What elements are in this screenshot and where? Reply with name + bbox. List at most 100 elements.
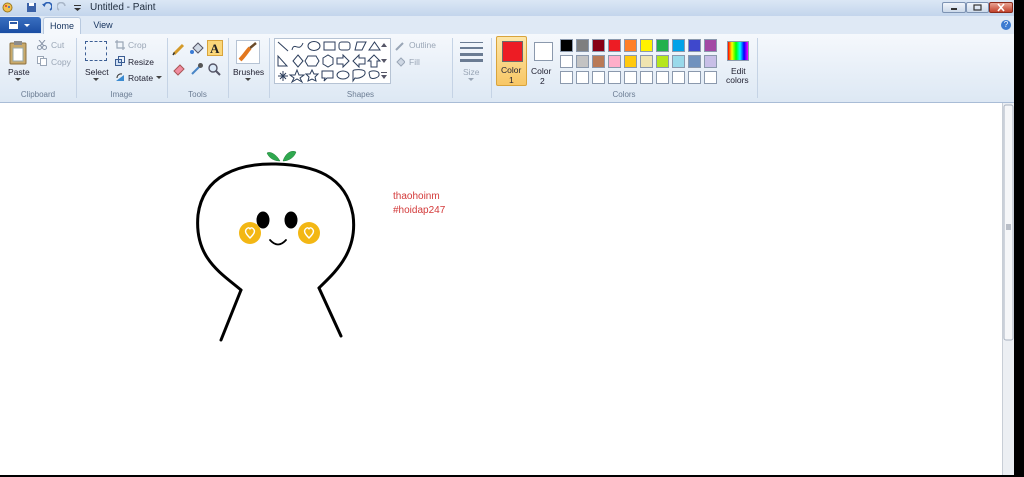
- redo-icon[interactable]: [56, 1, 68, 13]
- sprout-leaf-left: [266, 152, 281, 162]
- color-1-label: Color: [501, 65, 522, 75]
- size-button[interactable]: Size: [463, 67, 480, 77]
- fill-icon[interactable]: [395, 57, 406, 67]
- palette-swatch[interactable]: [656, 71, 669, 84]
- close-button[interactable]: [989, 2, 1013, 13]
- tab-home[interactable]: Home: [43, 17, 81, 34]
- tools-group-label: Tools: [188, 90, 207, 99]
- rotate-button[interactable]: Rotate: [128, 73, 153, 83]
- ribbon-separator: [269, 38, 270, 98]
- scrollbar-thumb[interactable]: [1003, 103, 1014, 475]
- vertical-scrollbar[interactable]: [1002, 103, 1014, 475]
- cut-button[interactable]: Cut: [51, 40, 64, 50]
- pencil-icon[interactable]: [172, 42, 186, 56]
- palette-swatch[interactable]: [672, 39, 685, 52]
- palette-swatch[interactable]: [656, 39, 669, 52]
- select-dropdown-icon[interactable]: [93, 78, 99, 82]
- color-2-button[interactable]: Color 2: [530, 36, 556, 86]
- resize-button[interactable]: Resize: [128, 57, 154, 67]
- palette-swatch[interactable]: [624, 55, 637, 68]
- image-group-label: Image: [110, 90, 133, 99]
- palette-swatch[interactable]: [608, 71, 621, 84]
- outline-button[interactable]: Outline: [409, 40, 436, 50]
- canvas-drawing: thaohoinm #hoidap247: [196, 151, 446, 342]
- paint-menu-button[interactable]: [0, 17, 41, 33]
- svg-text:A: A: [210, 41, 220, 55]
- maximize-button[interactable]: [966, 2, 989, 13]
- color-1-button[interactable]: Color 1: [496, 36, 527, 86]
- size-icon[interactable]: [459, 40, 484, 62]
- copy-button[interactable]: Copy: [51, 57, 71, 67]
- edit-colors-button-line2[interactable]: colors: [726, 75, 749, 85]
- palette-swatch[interactable]: [640, 39, 653, 52]
- character-mouth: [269, 239, 287, 246]
- shapes-gallery[interactable]: [274, 38, 391, 84]
- palette-swatch[interactable]: [576, 39, 589, 52]
- palette-swatch[interactable]: [592, 71, 605, 84]
- fill-bucket-icon[interactable]: [190, 42, 204, 56]
- sprout-leaf-right: [282, 151, 297, 162]
- palette-swatch[interactable]: [688, 55, 701, 68]
- minimize-button[interactable]: [942, 2, 966, 13]
- palette-swatch[interactable]: [688, 71, 701, 84]
- color-picker-icon[interactable]: [190, 62, 204, 76]
- fill-button[interactable]: Fill: [409, 57, 420, 67]
- paint-app-icon[interactable]: [2, 2, 13, 13]
- select-icon[interactable]: [85, 41, 107, 61]
- rotate-dropdown-icon[interactable]: [156, 76, 162, 80]
- customize-quick-access-icon[interactable]: [72, 2, 83, 13]
- colors-group-label: Colors: [612, 90, 636, 99]
- palette-swatch[interactable]: [704, 71, 717, 84]
- copy-icon[interactable]: [37, 56, 47, 66]
- drawing-canvas[interactable]: thaohoinm #hoidap247: [0, 103, 1002, 475]
- palette-swatch[interactable]: [704, 55, 717, 68]
- paste-icon[interactable]: [8, 40, 28, 66]
- size-dropdown-icon[interactable]: [468, 78, 474, 82]
- palette-swatch[interactable]: [704, 39, 717, 52]
- shapes-gallery-icons[interactable]: [275, 39, 390, 84]
- palette-swatch[interactable]: [672, 71, 685, 84]
- brushes-icon[interactable]: [236, 40, 260, 64]
- palette-swatch[interactable]: [576, 55, 589, 68]
- color-palette: [560, 39, 722, 87]
- tab-view[interactable]: View: [88, 17, 118, 34]
- palette-swatch[interactable]: [608, 55, 621, 68]
- help-icon[interactable]: ?: [1001, 20, 1011, 30]
- resize-icon[interactable]: [115, 56, 125, 66]
- palette-swatch[interactable]: [560, 39, 573, 52]
- crop-icon[interactable]: [115, 40, 125, 50]
- edit-colors-icon[interactable]: [727, 41, 749, 61]
- palette-swatch[interactable]: [672, 55, 685, 68]
- text-tool-icon[interactable]: A: [207, 40, 223, 56]
- brushes-dropdown-icon[interactable]: [245, 78, 251, 82]
- outline-icon[interactable]: [395, 41, 405, 51]
- paste-dropdown-icon[interactable]: [15, 78, 21, 82]
- screen-edge: [1014, 0, 1024, 475]
- palette-swatch[interactable]: [656, 55, 669, 68]
- select-button[interactable]: Select: [85, 67, 109, 77]
- title-bar: Untitled - Paint: [0, 0, 1024, 17]
- palette-swatch[interactable]: [560, 55, 573, 68]
- rotate-icon[interactable]: [115, 72, 125, 82]
- ribbon-separator: [452, 38, 453, 98]
- palette-swatch[interactable]: [688, 39, 701, 52]
- palette-swatch[interactable]: [640, 55, 653, 68]
- palette-swatch[interactable]: [624, 71, 637, 84]
- save-icon[interactable]: [26, 2, 37, 13]
- paste-button[interactable]: Paste: [8, 67, 30, 77]
- eraser-icon[interactable]: [172, 62, 186, 76]
- ribbon-separator: [167, 38, 168, 98]
- palette-swatch[interactable]: [592, 55, 605, 68]
- brushes-button[interactable]: Brushes: [233, 67, 264, 77]
- crop-button[interactable]: Crop: [128, 40, 146, 50]
- palette-swatch[interactable]: [560, 71, 573, 84]
- cartoon-character: [196, 151, 356, 342]
- palette-swatch[interactable]: [624, 39, 637, 52]
- palette-swatch[interactable]: [576, 71, 589, 84]
- undo-icon[interactable]: [41, 1, 53, 13]
- palette-swatch[interactable]: [592, 39, 605, 52]
- magnifier-icon[interactable]: [207, 62, 221, 76]
- cut-icon[interactable]: [37, 39, 47, 50]
- palette-swatch[interactable]: [640, 71, 653, 84]
- palette-swatch[interactable]: [608, 39, 621, 52]
